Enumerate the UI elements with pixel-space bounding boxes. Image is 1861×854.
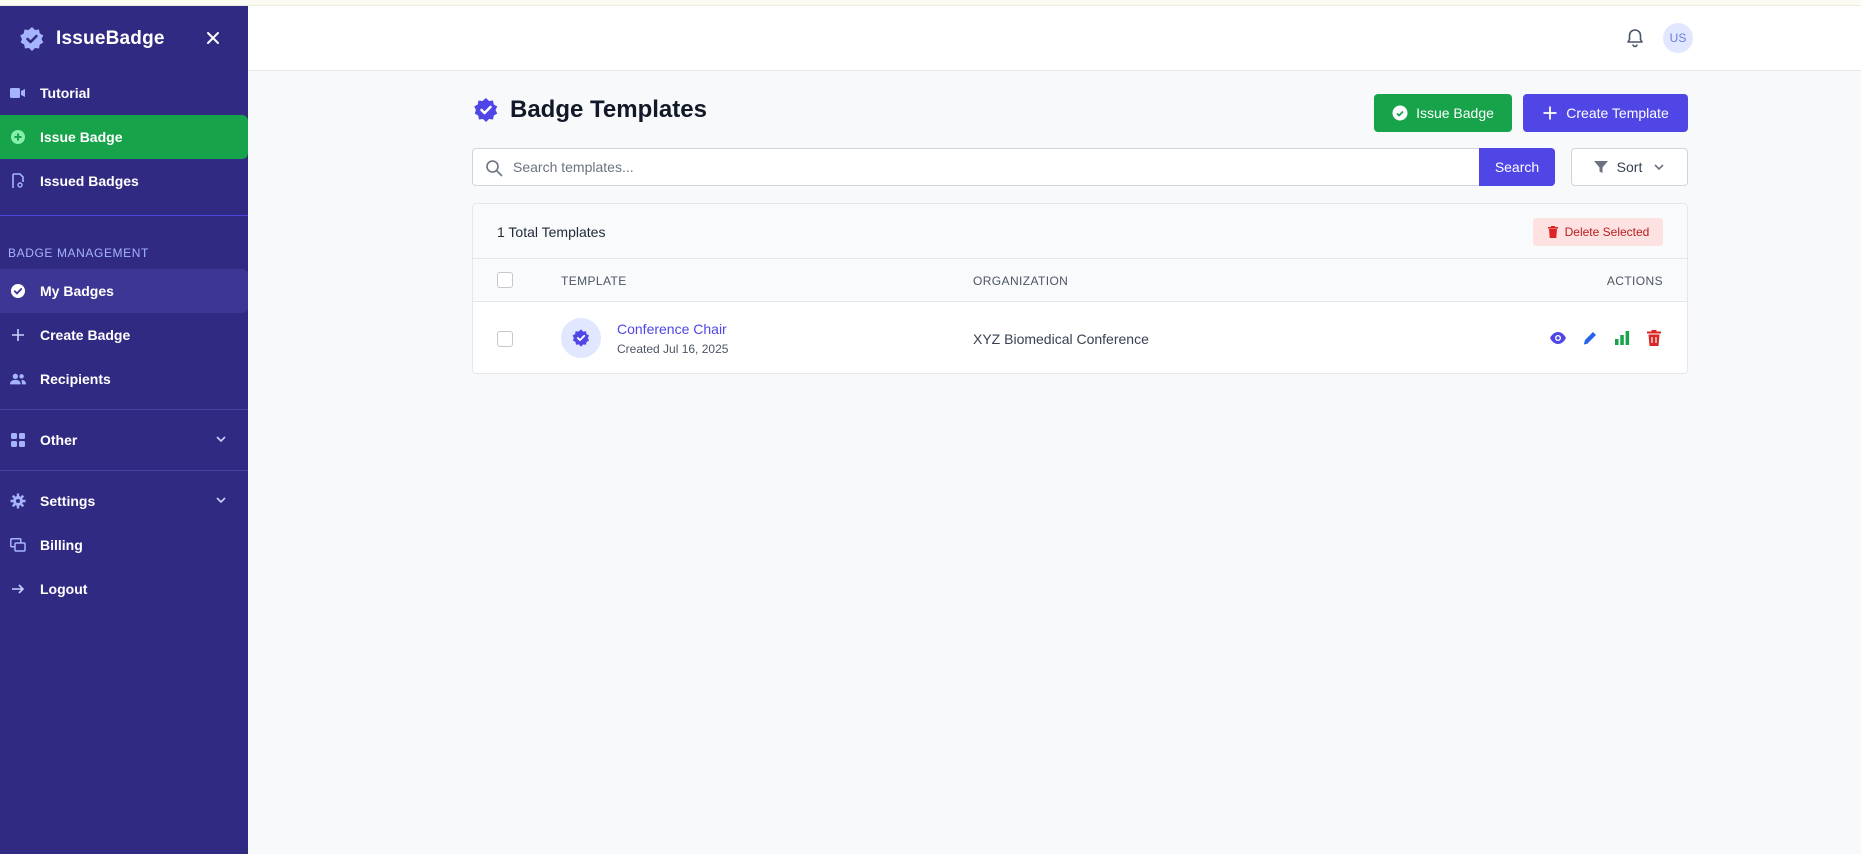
section-title: BADGE MANAGEMENT: [8, 246, 149, 260]
billing-icon: [10, 537, 26, 553]
bell-icon[interactable]: [1624, 27, 1646, 49]
video-icon: [10, 85, 26, 101]
chevron-down-icon: [214, 432, 228, 446]
badge-logo-icon: [18, 25, 46, 53]
issue-badge-button[interactable]: Issue Badge: [1374, 94, 1512, 132]
badge-check-icon: [561, 318, 601, 358]
sidebar-item-issued-badges[interactable]: Issued Badges: [0, 159, 248, 203]
page-title: Badge Templates: [510, 96, 707, 123]
sidebar-item-create-badge[interactable]: Create Badge: [0, 313, 248, 357]
badge-check-icon: [472, 96, 500, 124]
column-header-organization: ORGANIZATION: [973, 274, 1069, 288]
trash-icon[interactable]: [1645, 329, 1663, 347]
chevron-down-icon: [1652, 160, 1666, 174]
sidebar-item-logout[interactable]: Logout: [0, 567, 248, 611]
search-input[interactable]: [513, 149, 1463, 185]
eye-icon[interactable]: [1549, 329, 1567, 347]
templates-card: 1 Total Templates Delete Selected TEMPLA…: [472, 203, 1688, 374]
column-header-template: TEMPLATE: [561, 274, 627, 288]
edit-icon[interactable]: [1581, 329, 1599, 347]
close-icon[interactable]: [202, 27, 224, 49]
sidebar-item-label: Logout: [40, 581, 88, 597]
total-count: 1 Total Templates: [497, 224, 606, 240]
gear-icon: [10, 493, 26, 509]
sidebar-item-label: My Badges: [40, 283, 114, 299]
page-title-wrap: Badge Templates: [472, 96, 707, 124]
select-all-checkbox[interactable]: [497, 272, 513, 288]
sidebar-item-recipients[interactable]: Recipients: [0, 357, 248, 401]
table-header: TEMPLATE ORGANIZATION ACTIONS: [473, 259, 1687, 302]
filter-icon: [1593, 159, 1609, 175]
sidebar: IssueBadge Tutorial Issue Badge Issued B…: [0, 6, 248, 854]
trash-icon: [1547, 226, 1559, 238]
sidebar-item-other[interactable]: Other: [0, 418, 248, 462]
certificate-icon: [10, 173, 26, 189]
search-button[interactable]: Search: [1479, 148, 1555, 186]
sidebar-item-label: Settings: [40, 493, 96, 509]
sidebar-item-tutorial[interactable]: Tutorial: [0, 71, 248, 115]
search-icon: [485, 159, 503, 177]
chart-icon[interactable]: [1613, 329, 1631, 347]
plus-icon: [1542, 105, 1558, 121]
sidebar-item-my-badges[interactable]: My Badges: [0, 269, 248, 313]
row-actions: [1549, 329, 1663, 347]
sidebar-item-label: Create Badge: [40, 327, 131, 343]
users-icon: [10, 371, 26, 387]
sort-label: Sort: [1616, 159, 1643, 175]
top-header: US: [248, 6, 1861, 71]
sidebar-item-billing[interactable]: Billing: [0, 523, 248, 567]
plus-circle-icon: [10, 129, 26, 145]
top-strip: [0, 0, 1861, 6]
issue-badge-label: Issue Badge: [1416, 105, 1494, 121]
sidebar-item-label: Issued Badges: [40, 173, 139, 189]
arrow-right-icon: [10, 581, 26, 597]
avatar[interactable]: US: [1663, 23, 1693, 53]
delete-selected-label: Delete Selected: [1564, 225, 1650, 239]
organization-name: XYZ Biomedical Conference: [973, 331, 1149, 347]
sidebar-item-label: Tutorial: [40, 85, 91, 101]
badge-icon: [1392, 105, 1408, 121]
template-name-link[interactable]: Conference Chair: [617, 321, 727, 337]
table-row: Conference Chair Created Jul 16, 2025 XY…: [473, 302, 1687, 373]
brand: IssueBadge: [0, 6, 248, 71]
sidebar-item-label: Billing: [40, 537, 83, 553]
row-checkbox[interactable]: [497, 331, 513, 347]
sidebar-item-label: Recipients: [40, 371, 111, 387]
sort-button[interactable]: Sort: [1571, 148, 1688, 186]
sidebar-item-label: Issue Badge: [40, 129, 123, 145]
column-header-actions: ACTIONS: [1606, 274, 1663, 288]
sidebar-item-issue-badge[interactable]: Issue Badge: [0, 115, 248, 159]
create-template-label: Create Template: [1566, 105, 1669, 121]
sidebar-item-settings[interactable]: Settings: [0, 479, 248, 523]
check-badge-icon: [10, 283, 26, 299]
main-content: Badge Templates Issue Badge Create Templ…: [472, 72, 1688, 374]
card-toolbar: 1 Total Templates Delete Selected: [473, 204, 1687, 259]
plus-icon: [10, 327, 26, 343]
sidebar-item-label: Other: [40, 432, 78, 448]
create-template-button[interactable]: Create Template: [1523, 94, 1688, 132]
search-row: Search Sort: [472, 148, 1688, 186]
grid-icon: [10, 432, 26, 448]
search-box: [472, 148, 1479, 186]
chevron-down-icon: [214, 493, 228, 507]
template-created-date: Created Jul 16, 2025: [617, 342, 729, 356]
delete-selected-button[interactable]: Delete Selected: [1533, 218, 1663, 246]
app-name: IssueBadge: [56, 27, 165, 49]
